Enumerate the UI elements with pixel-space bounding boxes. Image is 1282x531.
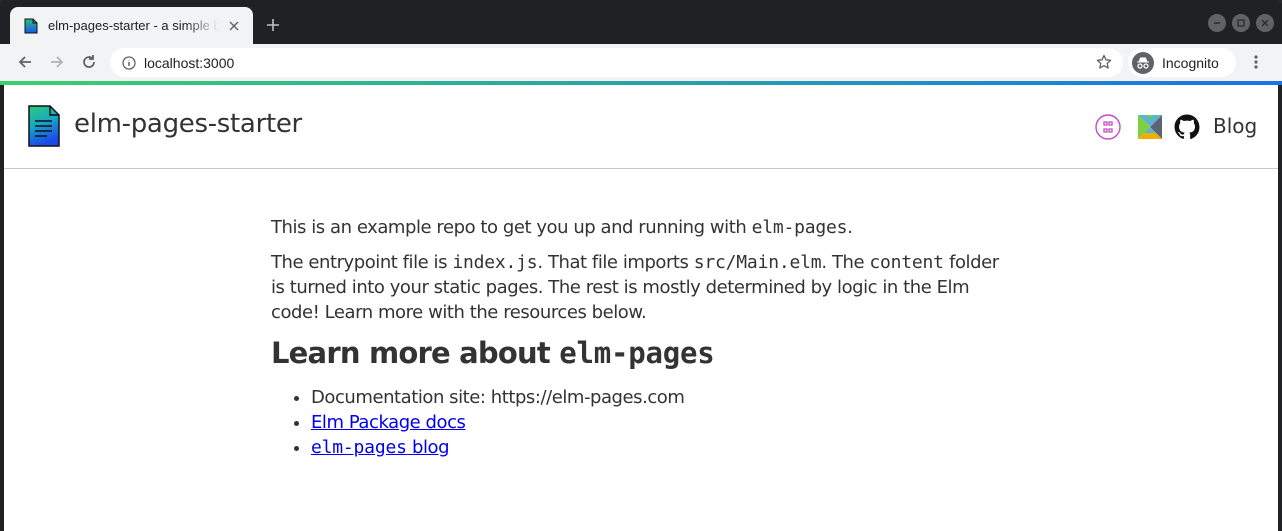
tab-strip: elm-pages-starter - a simple blog starte… bbox=[0, 0, 1282, 44]
intro-text: This is an example repo to get you up an… bbox=[271, 217, 752, 238]
blog-link-code: elm-pages bbox=[311, 437, 407, 458]
github-icon[interactable] bbox=[1174, 114, 1200, 140]
arrow-right-icon bbox=[51, 56, 64, 68]
browser-toolbar: localhost:3000 Incognito bbox=[0, 44, 1282, 81]
address-bar[interactable]: localhost:3000 bbox=[110, 48, 1123, 77]
arrow-left-icon bbox=[18, 56, 31, 68]
elm-package-icon[interactable] bbox=[1137, 114, 1163, 140]
entry-text-2: . That file imports bbox=[537, 252, 694, 273]
entry-code-content: content bbox=[869, 252, 944, 273]
minimize-icon bbox=[1214, 22, 1220, 24]
close-window-button[interactable] bbox=[1256, 14, 1274, 32]
browser-window: elm-pages-starter - a simple blog starte… bbox=[0, 0, 1282, 531]
heading-code: elm-pages bbox=[559, 336, 715, 370]
site-title[interactable]: elm-pages-starter bbox=[74, 109, 302, 139]
intro-period: . bbox=[847, 217, 853, 238]
entry-text-3: . The bbox=[821, 252, 870, 273]
list-item: Elm Package docs bbox=[311, 410, 1011, 435]
reload-icon bbox=[83, 55, 95, 68]
github-sponsors-icon[interactable] bbox=[1095, 114, 1121, 140]
list-item: Documentation site: https://elm-pages.co… bbox=[311, 385, 1011, 410]
entry-text-1: The entrypoint file is bbox=[271, 252, 453, 273]
list-item: elm-pages blog bbox=[311, 435, 1011, 460]
tab-title: elm-pages-starter - a simple blog starte… bbox=[48, 18, 219, 33]
learn-more-heading: Learn more about elm-pages bbox=[271, 335, 1011, 371]
incognito-label: Incognito bbox=[1162, 54, 1219, 71]
incognito-icon bbox=[1132, 51, 1154, 74]
elm-pages-blog-link[interactable]: elm-pages blog bbox=[311, 437, 450, 458]
close-window-icon bbox=[1261, 19, 1269, 27]
intro-code: elm-pages bbox=[751, 217, 848, 238]
web-page: elm-pages-starter Blog This is an exampl… bbox=[4, 85, 1278, 531]
bookmark-star-button[interactable] bbox=[1095, 53, 1113, 71]
heading-text: Learn more about bbox=[271, 336, 560, 370]
document-logo-icon[interactable] bbox=[28, 105, 60, 147]
kebab-menu-icon bbox=[1254, 55, 1258, 69]
browser-menu-button[interactable] bbox=[1244, 48, 1268, 76]
browser-tab[interactable]: elm-pages-starter - a simple blog starte… bbox=[10, 7, 253, 44]
minimize-button[interactable] bbox=[1208, 14, 1226, 32]
incognito-profile-button[interactable]: Incognito bbox=[1128, 48, 1236, 77]
new-tab-button[interactable] bbox=[262, 14, 284, 36]
main-content: This is an example repo to get you up an… bbox=[271, 215, 1011, 460]
forward-button[interactable] bbox=[43, 48, 71, 76]
blog-link-suffix: blog bbox=[406, 437, 450, 458]
document-favicon-icon bbox=[24, 18, 38, 33]
entrypoint-paragraph: The entrypoint file is index.js. That fi… bbox=[271, 250, 1011, 325]
url-text[interactable]: localhost:3000 bbox=[144, 55, 234, 71]
blog-nav-link[interactable]: Blog bbox=[1213, 114, 1257, 138]
maximize-button[interactable] bbox=[1232, 14, 1250, 32]
reload-button[interactable] bbox=[75, 48, 103, 76]
star-icon bbox=[1096, 54, 1112, 69]
maximize-icon bbox=[1237, 19, 1245, 27]
info-icon[interactable] bbox=[122, 55, 136, 70]
elm-package-docs-link[interactable]: Elm Package docs bbox=[311, 412, 466, 433]
resource-list: Documentation site: https://elm-pages.co… bbox=[271, 385, 1011, 460]
close-icon[interactable] bbox=[225, 17, 243, 35]
entry-code-index: index.js bbox=[452, 252, 538, 273]
plus-icon bbox=[267, 19, 279, 31]
docs-site-text: Documentation site: https://elm-pages.co… bbox=[311, 387, 685, 408]
entry-code-main: src/Main.elm bbox=[693, 252, 822, 273]
site-header: elm-pages-starter Blog bbox=[4, 85, 1278, 169]
intro-paragraph: This is an example repo to get you up an… bbox=[271, 215, 1011, 240]
back-button[interactable] bbox=[11, 48, 39, 76]
